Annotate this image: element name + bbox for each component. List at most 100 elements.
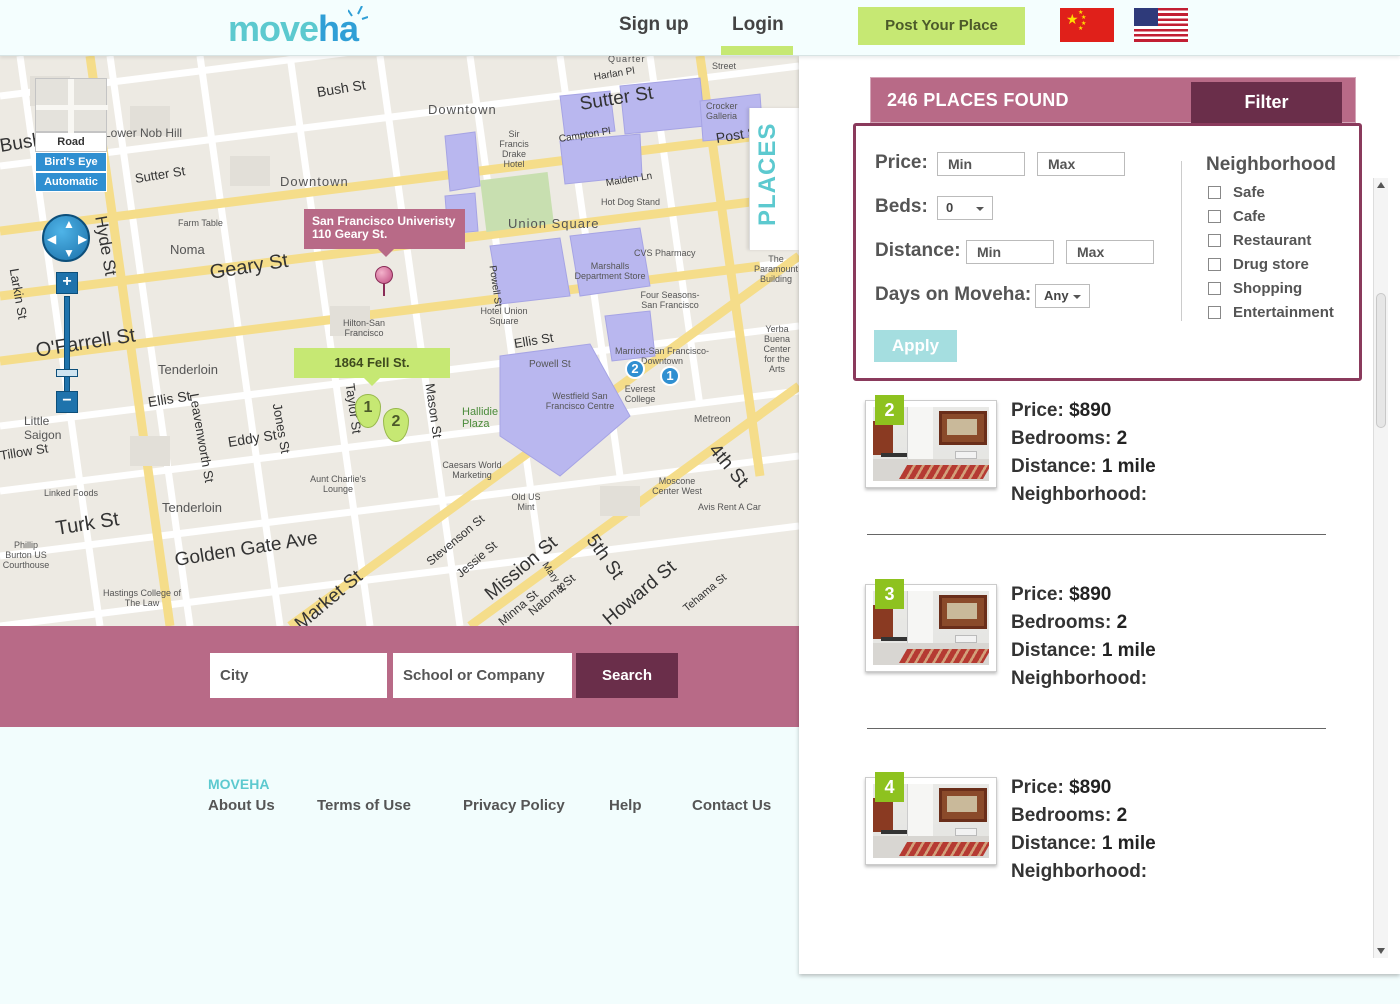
results-count: 246 PLACES FOUND bbox=[887, 90, 1069, 110]
map-preview-tile[interactable] bbox=[35, 78, 108, 133]
listing-bedrooms: Bedrooms: 2 bbox=[1011, 612, 1128, 633]
place-label: Downtown bbox=[280, 174, 349, 189]
listing-separator bbox=[867, 728, 1326, 729]
blue-marker-icon[interactable]: 2 bbox=[625, 359, 645, 379]
place-label: Hallidie Plaza bbox=[462, 406, 499, 430]
place-label: Four Seasons-San Francisco bbox=[640, 290, 700, 310]
us-flag-icon[interactable] bbox=[1134, 8, 1188, 42]
terms-link[interactable]: Terms of Use bbox=[317, 797, 411, 814]
pan-down-icon[interactable]: ▼ bbox=[63, 246, 75, 260]
university-pin-icon[interactable] bbox=[375, 266, 393, 284]
neighborhood-option-restaurant[interactable]: Restaurant bbox=[1208, 232, 1311, 249]
scroll-up-icon[interactable] bbox=[1377, 182, 1385, 188]
login-link[interactable]: Login bbox=[732, 14, 784, 36]
option-label: Shopping bbox=[1233, 280, 1303, 297]
listing-card[interactable]: 2 Price: $890 Bedrooms: 2 Distance: 1 mi… bbox=[865, 395, 1325, 530]
birds-eye-mode-button[interactable]: Bird's Eye bbox=[35, 152, 107, 172]
place-label: Old US Mint bbox=[511, 492, 541, 512]
chevron-down-icon bbox=[1073, 295, 1081, 299]
place-label: Metreon bbox=[694, 414, 731, 425]
top-header: moveha Sign up Login Post Your Place ★ ★… bbox=[0, 0, 1400, 56]
zoom-out-button[interactable]: − bbox=[56, 391, 78, 413]
signup-link[interactable]: Sign up bbox=[619, 14, 689, 36]
help-link[interactable]: Help bbox=[609, 797, 642, 814]
automatic-mode-button[interactable]: Automatic bbox=[35, 172, 107, 192]
days-label: Days on Moveha: bbox=[875, 284, 1032, 305]
places-tab-label: PLACES bbox=[754, 122, 781, 226]
footer-brand: MOVEHA bbox=[208, 776, 270, 792]
place-label: Quarter bbox=[608, 56, 646, 64]
zoom-slider-handle[interactable] bbox=[56, 369, 78, 377]
university-callout[interactable]: San Francisco Univeristy 110 Geary St. bbox=[304, 209, 465, 257]
distance-min-input[interactable] bbox=[966, 240, 1054, 264]
pan-right-icon[interactable]: ▶ bbox=[78, 232, 87, 246]
privacy-link[interactable]: Privacy Policy bbox=[463, 797, 565, 814]
option-label: Cafe bbox=[1233, 208, 1266, 225]
place-label: The Paramount Building bbox=[753, 254, 799, 284]
chevron-down-icon bbox=[976, 207, 984, 211]
place-label: Downtown bbox=[428, 102, 497, 117]
scroll-down-icon[interactable] bbox=[1377, 948, 1385, 954]
days-select[interactable]: Any bbox=[1035, 284, 1090, 308]
listing-card[interactable]: 3 Price: $890 Bedrooms: 2 Distance: 1 mi… bbox=[865, 579, 1325, 714]
place-label: Phillip Burton US Courthouse bbox=[2, 540, 50, 570]
filter-tab[interactable]: Filter bbox=[1191, 82, 1342, 123]
neighborhood-option-shopping[interactable]: Shopping bbox=[1208, 280, 1302, 297]
road-mode-button[interactable]: Road bbox=[35, 132, 107, 152]
search-button[interactable]: Search bbox=[576, 653, 678, 698]
moveha-logo[interactable]: moveha bbox=[228, 6, 369, 50]
checkbox[interactable] bbox=[1208, 282, 1221, 295]
listing-bedrooms: Bedrooms: 2 bbox=[1011, 805, 1128, 826]
contact-link[interactable]: Contact Us bbox=[692, 797, 771, 814]
pan-left-icon[interactable]: ◀ bbox=[47, 232, 56, 246]
logo-text-move: move bbox=[228, 8, 319, 49]
place-label: Avis Rent A Car bbox=[698, 502, 761, 512]
listing-distance: Distance: 1 mile bbox=[1011, 833, 1156, 854]
places-tab[interactable]: PLACES bbox=[749, 108, 799, 250]
place-label: Tenderloin bbox=[162, 500, 222, 515]
checkbox[interactable] bbox=[1208, 186, 1221, 199]
listing-callout[interactable]: 1864 Fell St. bbox=[294, 348, 450, 386]
listing-number-badge: 3 bbox=[875, 579, 904, 609]
city-input[interactable] bbox=[210, 653, 387, 698]
logo-rays-icon bbox=[348, 6, 369, 20]
beds-select-value: 0 bbox=[946, 200, 954, 215]
beds-select[interactable]: 0 bbox=[937, 196, 993, 220]
neighborhood-title: Neighborhood bbox=[1206, 154, 1336, 175]
distance-max-input[interactable] bbox=[1066, 240, 1154, 264]
listing-neighborhood: Neighborhood: bbox=[1011, 484, 1148, 505]
neighborhood-option-entertainment[interactable]: Entertainment bbox=[1208, 304, 1334, 321]
scroll-thumb[interactable] bbox=[1376, 293, 1386, 428]
place-label: Noma bbox=[170, 242, 205, 257]
listing-card[interactable]: 4 Price: $890 Bedrooms: 2 Distance: 1 mi… bbox=[865, 772, 1325, 907]
neighborhood-option-safe[interactable]: Safe bbox=[1208, 184, 1265, 201]
listing-bedrooms: Bedrooms: 2 bbox=[1011, 428, 1128, 449]
blue-marker-icon[interactable]: 1 bbox=[660, 366, 680, 386]
place-label: Hotel Union Square bbox=[480, 306, 528, 326]
checkbox[interactable] bbox=[1208, 306, 1221, 319]
zoom-slider-track[interactable] bbox=[64, 296, 70, 392]
pan-control[interactable]: ▲ ▼ ◀ ▶ bbox=[42, 214, 90, 262]
neighborhood-option-cafe[interactable]: Cafe bbox=[1208, 208, 1266, 225]
checkbox[interactable] bbox=[1208, 234, 1221, 247]
search-bar: Search bbox=[0, 626, 799, 727]
china-flag-icon[interactable]: ★ ★ ★ ★ ★ bbox=[1060, 8, 1114, 42]
pan-up-icon[interactable]: ▲ bbox=[63, 217, 75, 231]
post-your-place-button[interactable]: Post Your Place bbox=[858, 7, 1025, 45]
checkbox[interactable] bbox=[1208, 210, 1221, 223]
zoom-in-button[interactable]: + bbox=[56, 272, 78, 294]
map-view[interactable]: Bush St Sutter St Geary St O'Farrell St … bbox=[0, 56, 799, 626]
listing-price: Price: $890 bbox=[1011, 584, 1112, 605]
place-label: Farm Table bbox=[178, 218, 223, 228]
results-scrollbar[interactable] bbox=[1373, 178, 1388, 958]
price-min-input[interactable] bbox=[937, 152, 1025, 176]
login-active-indicator bbox=[721, 46, 793, 55]
place-label: Powell St bbox=[529, 359, 571, 370]
apply-button[interactable]: Apply bbox=[874, 330, 957, 362]
neighborhood-option-drug-store[interactable]: Drug store bbox=[1208, 256, 1309, 273]
about-us-link[interactable]: About Us bbox=[208, 797, 275, 814]
school-company-input[interactable] bbox=[393, 653, 572, 698]
checkbox[interactable] bbox=[1208, 258, 1221, 271]
place-label: Street bbox=[712, 61, 737, 71]
price-max-input[interactable] bbox=[1037, 152, 1125, 176]
